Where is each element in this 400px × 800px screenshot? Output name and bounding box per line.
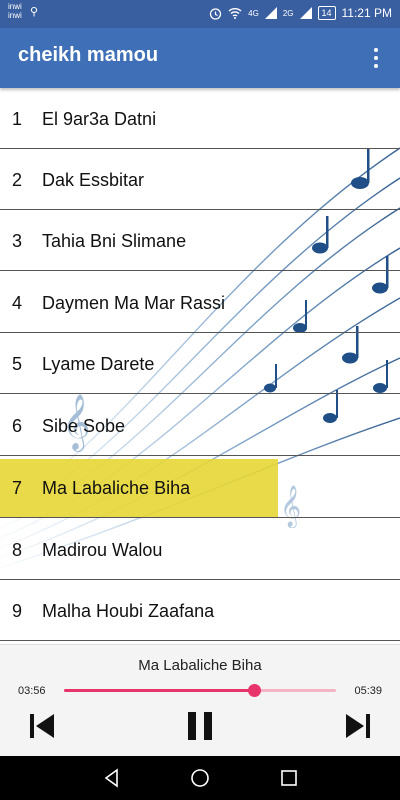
song-row-2[interactable]: 2 Dak Essbitar [0,149,400,210]
skip-previous-icon [30,714,54,738]
song-number: 3 [12,231,23,251]
pause-icon [188,712,212,740]
battery-icon: 14 [317,6,336,20]
skip-next-button[interactable] [344,711,372,741]
app-bar: cheikh mamou [0,28,400,88]
song-title: Madirou Walou [42,540,163,560]
song-title: Daymen Ma Mar Rassi [42,293,226,313]
song-title: Ma Labaliche Biha [42,478,191,498]
skip-previous-button[interactable] [28,711,56,741]
total-time: 05:39 [354,685,382,697]
song-number: 9 [12,601,23,621]
carrier-1: inwi [8,2,22,11]
usb-icon: ⚲ [30,6,39,18]
network-label: 4G [248,8,259,18]
carrier-2: inwi [8,11,22,20]
song-title: Dak Essbitar [42,170,145,190]
system-nav-bar [0,756,400,800]
nav-recents-icon [281,770,297,786]
pause-button[interactable] [186,711,214,741]
current-time: 03:56 [18,685,46,697]
song-row-4[interactable]: 4 Daymen Ma Mar Rassi [0,272,400,333]
network-2-label: 2G [282,8,294,18]
wifi-icon [228,8,242,19]
status-bar: inwi inwi ⚲ 4G 2G 14 11:21 PM [0,0,400,28]
song-number: 8 [12,540,23,560]
song-title: Malha Houbi Zaafana [42,601,215,621]
song-title: Tahia Bni Slimane [42,231,187,251]
nav-back-icon [104,768,118,788]
clock: 11:21 PM [341,6,392,20]
song-row-8[interactable]: 8 Madirou Walou [0,519,400,580]
signal-icon [264,7,277,19]
nav-home-button[interactable] [188,766,212,790]
song-list: 𝄞 𝄞 1 El 9ar3a Datni 2 Dak Essbitar 3 Ta… [0,88,400,644]
signal-2-icon [299,7,312,19]
skip-next-icon [346,714,370,738]
nav-home-icon [191,769,209,787]
song-row-9[interactable]: 9 Malha Houbi Zaafana [0,580,400,641]
seek-thumb[interactable] [248,684,262,697]
song-row-5[interactable]: 5 Lyame Darete [0,333,400,394]
song-row-7[interactable]: 7 Ma Labaliche Biha [0,457,400,518]
song-row-3[interactable]: 3 Tahia Bni Slimane [0,210,400,271]
carrier-labels: inwi inwi [8,2,22,20]
player-panel: Ma Labaliche Biha 03:56 05:39 [0,644,400,757]
now-playing-title: Ma Labaliche Biha [138,657,262,674]
alarm-icon [210,7,222,20]
app-title: cheikh mamou [18,44,159,66]
song-number: 2 [12,170,23,190]
song-row-1[interactable]: 1 El 9ar3a Datni [0,88,400,149]
song-row-6[interactable]: 6 Sibe Sobe [0,395,400,456]
song-title: Sibe Sobe [42,416,126,436]
seek-bar[interactable] [64,684,336,697]
seek-progress [64,689,255,692]
song-number: 1 [12,109,23,129]
status-right: 4G 2G 14 11:21 PM [209,6,392,20]
nav-recents-button[interactable] [277,766,301,790]
nav-back-button[interactable] [100,766,124,790]
song-number: 5 [12,354,23,374]
song-number: 4 [12,293,23,313]
song-title: El 9ar3a Datni [42,109,157,129]
song-title: Lyame Darete [42,354,155,374]
overflow-menu-icon[interactable] [366,46,386,70]
song-number: 7 [12,478,23,498]
song-number: 6 [12,416,23,436]
